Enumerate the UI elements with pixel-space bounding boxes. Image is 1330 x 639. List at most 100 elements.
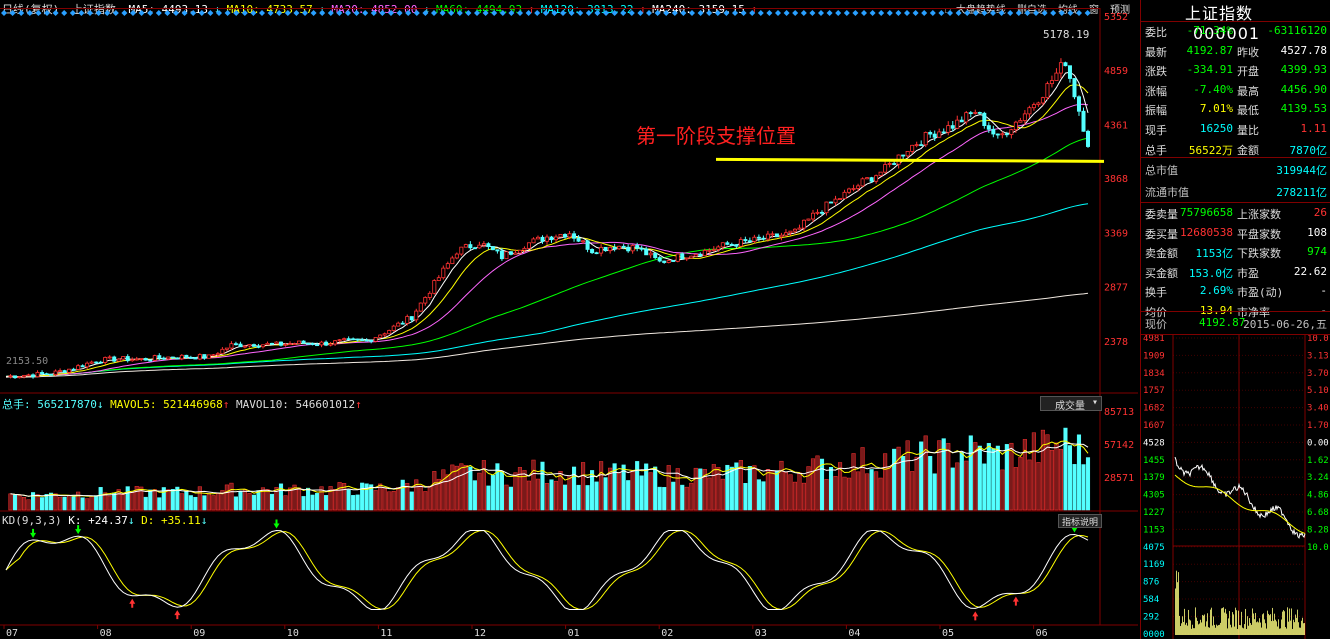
candle-body xyxy=(495,249,500,252)
candle-body xyxy=(233,343,238,346)
candle-body xyxy=(143,358,148,361)
current-date: 2015-06-26,五 xyxy=(1243,318,1327,331)
date-tick-label: 05 xyxy=(942,628,954,639)
volume-bar xyxy=(928,456,933,511)
intraday-volume-bar xyxy=(1211,607,1212,635)
volume-bar xyxy=(828,467,834,511)
buy-arrow-icon xyxy=(972,611,979,621)
event-diamond xyxy=(654,10,661,16)
candle-body xyxy=(369,340,374,342)
intraday-left-tick: 1757 xyxy=(1143,386,1165,396)
intraday-volume-bar xyxy=(1192,624,1193,635)
volume-bar xyxy=(333,489,338,511)
candle-body xyxy=(396,322,401,327)
candle-body xyxy=(1054,72,1059,81)
event-diamond xyxy=(104,10,111,16)
candle-body xyxy=(630,245,635,252)
event-diamond xyxy=(689,10,695,16)
candle-body xyxy=(774,233,779,238)
event-diamond xyxy=(448,10,455,16)
intraday-chart[interactable]: 4981 1909 1834 1757 1682 1607 4528 1455 1379 4305… xyxy=(1141,335,1330,639)
intraday-volume-bar xyxy=(1233,614,1234,635)
volume-bar xyxy=(680,484,685,511)
event-diamond xyxy=(87,10,93,16)
quote-row: 涨幅 -7.40% 最高 4456.90 xyxy=(1141,81,1329,100)
event-diamond xyxy=(585,10,592,16)
volume-bar xyxy=(630,470,635,511)
support-line[interactable] xyxy=(715,157,1105,163)
candle-body xyxy=(946,125,951,133)
candle-body xyxy=(103,357,108,363)
volume-bar xyxy=(486,485,491,511)
intraday-right-tick: 6.68 xyxy=(1307,508,1329,518)
candle-body xyxy=(666,260,671,263)
volume-bar xyxy=(675,468,680,511)
indicator-help-button[interactable]: 指标说明 xyxy=(1058,514,1102,528)
chart-canvas[interactable]: 5352 4859 4361 3868 3369 2877 2378 85713 57142 2… xyxy=(0,0,1138,639)
event-diamond xyxy=(508,10,515,16)
intraday-right-tick: 5.10 xyxy=(1307,386,1329,396)
candle-body xyxy=(824,201,829,214)
candle-body xyxy=(581,240,586,243)
divider xyxy=(1141,311,1330,312)
event-diamond xyxy=(904,10,910,16)
candle-body xyxy=(409,316,414,321)
event-diamond xyxy=(482,10,489,16)
intraday-volume-bar xyxy=(1176,570,1177,635)
candle-body xyxy=(1045,83,1050,99)
quote-v2: 4456.90 xyxy=(1280,82,1327,96)
volume-bar xyxy=(53,493,58,511)
event-diamond xyxy=(1,10,7,16)
candle-body xyxy=(644,248,649,256)
candle-body xyxy=(44,373,49,376)
price-tick-label: 5352 xyxy=(1104,12,1128,23)
event-diamond xyxy=(388,10,394,16)
event-diamond xyxy=(628,10,635,16)
candle-body xyxy=(274,341,279,345)
candle-body xyxy=(1031,104,1036,109)
intraday-volume-bar xyxy=(1198,624,1199,635)
candle-body xyxy=(130,359,135,362)
event-diamond xyxy=(663,10,670,16)
kd-header: KD(9,3,3) K: +24.37↓ D: +35.11↓ xyxy=(2,514,208,527)
intraday-volume-bar xyxy=(1187,625,1188,635)
candle-body xyxy=(648,252,653,256)
volume-bar xyxy=(959,452,964,511)
candle-body xyxy=(166,356,171,360)
event-diamond xyxy=(121,10,128,16)
quote-l1: 涨跌 xyxy=(1145,65,1167,79)
volume-bar xyxy=(878,477,883,511)
volume-tick-label: 57142 xyxy=(1104,440,1134,451)
intraday-left-tick: 1379 xyxy=(1143,473,1165,483)
candle-body xyxy=(995,133,1000,136)
volume-bar xyxy=(1000,469,1005,511)
candle-body xyxy=(707,249,712,252)
intraday-volume-bar xyxy=(1301,620,1302,635)
volume-dropdown[interactable]: 成交量 ▾ xyxy=(1040,396,1102,412)
volume-bar xyxy=(977,445,982,511)
kd-k: K: +24.37 xyxy=(68,514,128,527)
candle-body xyxy=(869,177,874,182)
candle-body xyxy=(148,359,153,362)
event-diamond xyxy=(276,10,283,16)
volume-bar xyxy=(955,462,960,511)
volume-bar xyxy=(1013,467,1018,511)
quote-v2: 22.62 xyxy=(1293,264,1327,278)
volume-bar xyxy=(923,435,928,511)
intraday-left-tick: 4075 xyxy=(1143,543,1165,553)
volume-bar xyxy=(481,460,486,511)
volume-bar xyxy=(472,480,477,511)
candle-body xyxy=(319,341,324,346)
candle-body xyxy=(594,252,599,255)
volume-bar xyxy=(490,474,495,511)
candle-body xyxy=(400,322,405,325)
candle-body xyxy=(554,236,559,241)
volume-bar xyxy=(567,475,572,511)
event-diamond xyxy=(78,10,85,16)
intraday-volume-bar xyxy=(1255,612,1256,635)
candle-body xyxy=(121,356,126,360)
indicator-help-label: 指标说明 xyxy=(1061,518,1098,528)
candle-body xyxy=(283,343,288,346)
kline-panel[interactable]: 日线(复权) 上证指数 MA5: 4493.13 ↓ MA10: 4733.57 ↓ M… xyxy=(0,0,1138,639)
candle-body xyxy=(490,246,495,251)
